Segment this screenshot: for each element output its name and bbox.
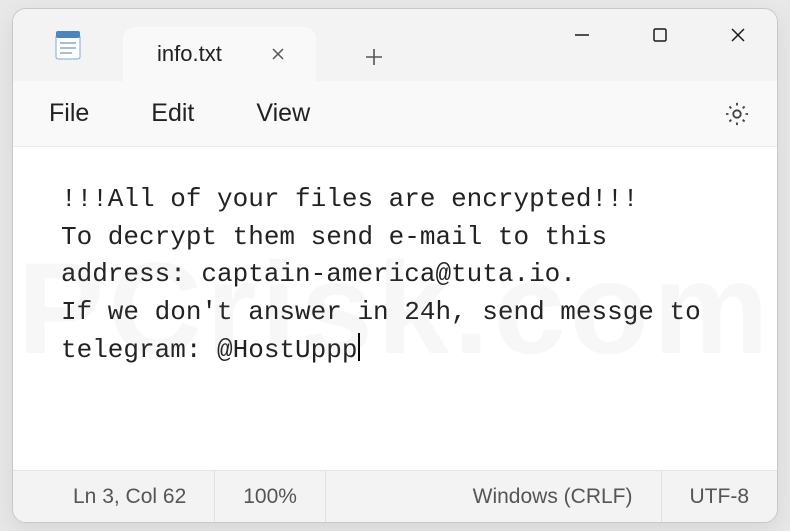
status-line-ending[interactable]: Windows (CRLF) — [445, 471, 662, 522]
status-encoding[interactable]: UTF-8 — [662, 471, 778, 522]
window-controls — [543, 9, 777, 61]
editor-line: To decrypt them send e-mail to this addr… — [61, 222, 623, 290]
status-zoom[interactable]: 100% — [215, 471, 326, 522]
new-tab-button[interactable] — [350, 33, 398, 81]
tab-title: info.txt — [157, 41, 222, 67]
title-bar: info.txt — [13, 9, 777, 81]
editor-line: If we don't answer in 24h, send messge t… — [61, 297, 716, 365]
minimize-button[interactable] — [543, 9, 621, 61]
text-editor[interactable]: !!!All of your files are encrypted!!! To… — [13, 147, 777, 470]
status-position: Ln 3, Col 62 — [13, 471, 215, 522]
settings-button[interactable] — [717, 94, 757, 134]
menu-edit[interactable]: Edit — [151, 99, 194, 128]
tab-active[interactable]: info.txt — [123, 27, 316, 81]
text-caret — [358, 333, 359, 361]
app-icon — [13, 9, 123, 81]
close-window-button[interactable] — [699, 9, 777, 61]
menu-view[interactable]: View — [256, 99, 310, 128]
notepad-window: info.txt File Edit View — [12, 8, 778, 523]
editor-line: !!!All of your files are encrypted!!! — [61, 184, 638, 214]
menu-bar: File Edit View — [13, 81, 777, 147]
close-tab-icon[interactable] — [266, 42, 290, 66]
maximize-button[interactable] — [621, 9, 699, 61]
status-bar: Ln 3, Col 62 100% Windows (CRLF) UTF-8 — [13, 470, 777, 522]
notepad-icon — [50, 27, 86, 63]
menu-file[interactable]: File — [49, 99, 89, 128]
gear-icon — [723, 100, 751, 128]
